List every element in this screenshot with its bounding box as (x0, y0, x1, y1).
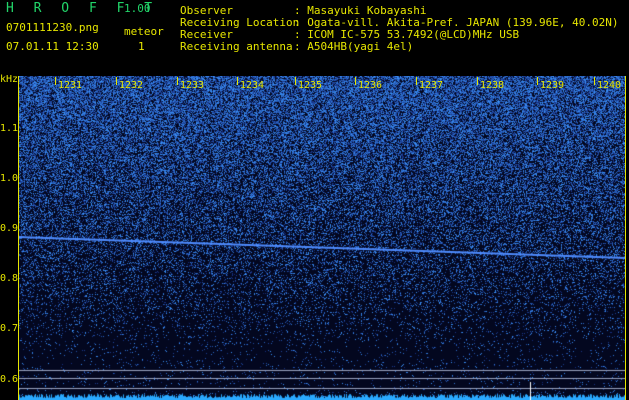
meteor-count: 1 (138, 40, 145, 53)
meteor-label: meteor (124, 25, 164, 38)
antenna-label: Receiving antenna (180, 40, 293, 53)
y-tick: 1.1 (0, 123, 19, 134)
x-tick: 1238 (476, 77, 505, 91)
header-panel: H R O F F T 1.00 0701111230.png meteor 0… (0, 0, 629, 76)
y-axis: kHz 1.1 1.0 0.9 0.8 0.7 0.6 (0, 74, 19, 400)
y-tick: 0.6 (0, 374, 19, 385)
y-tick: 0.9 (0, 223, 19, 234)
x-tick: 1232 (115, 77, 144, 91)
y-tick: 1.0 (0, 173, 19, 184)
x-tick: 1239 (536, 77, 565, 91)
spectrogram (18, 76, 625, 400)
filename: 0701111230.png (6, 21, 99, 34)
x-tick: 1240 (593, 77, 622, 91)
datetime: 07.01.11 12:30 (6, 40, 99, 53)
y-tick: 0.8 (0, 273, 19, 284)
spectrogram-canvas (18, 76, 625, 400)
antenna-value: : A504HB(yagi 4el) (294, 40, 414, 53)
x-tick: 1235 (294, 77, 323, 91)
x-tick: 1231 (54, 77, 83, 91)
y-unit: kHz (0, 74, 19, 85)
x-tick: 1237 (415, 77, 444, 91)
x-tick: 1233 (176, 77, 205, 91)
left-frame (18, 76, 19, 400)
x-tick: 1236 (354, 77, 383, 91)
right-frame (625, 76, 626, 400)
x-tick: 1234 (236, 77, 265, 91)
y-tick: 0.7 (0, 323, 19, 334)
app-version: 1.00 (124, 2, 151, 15)
